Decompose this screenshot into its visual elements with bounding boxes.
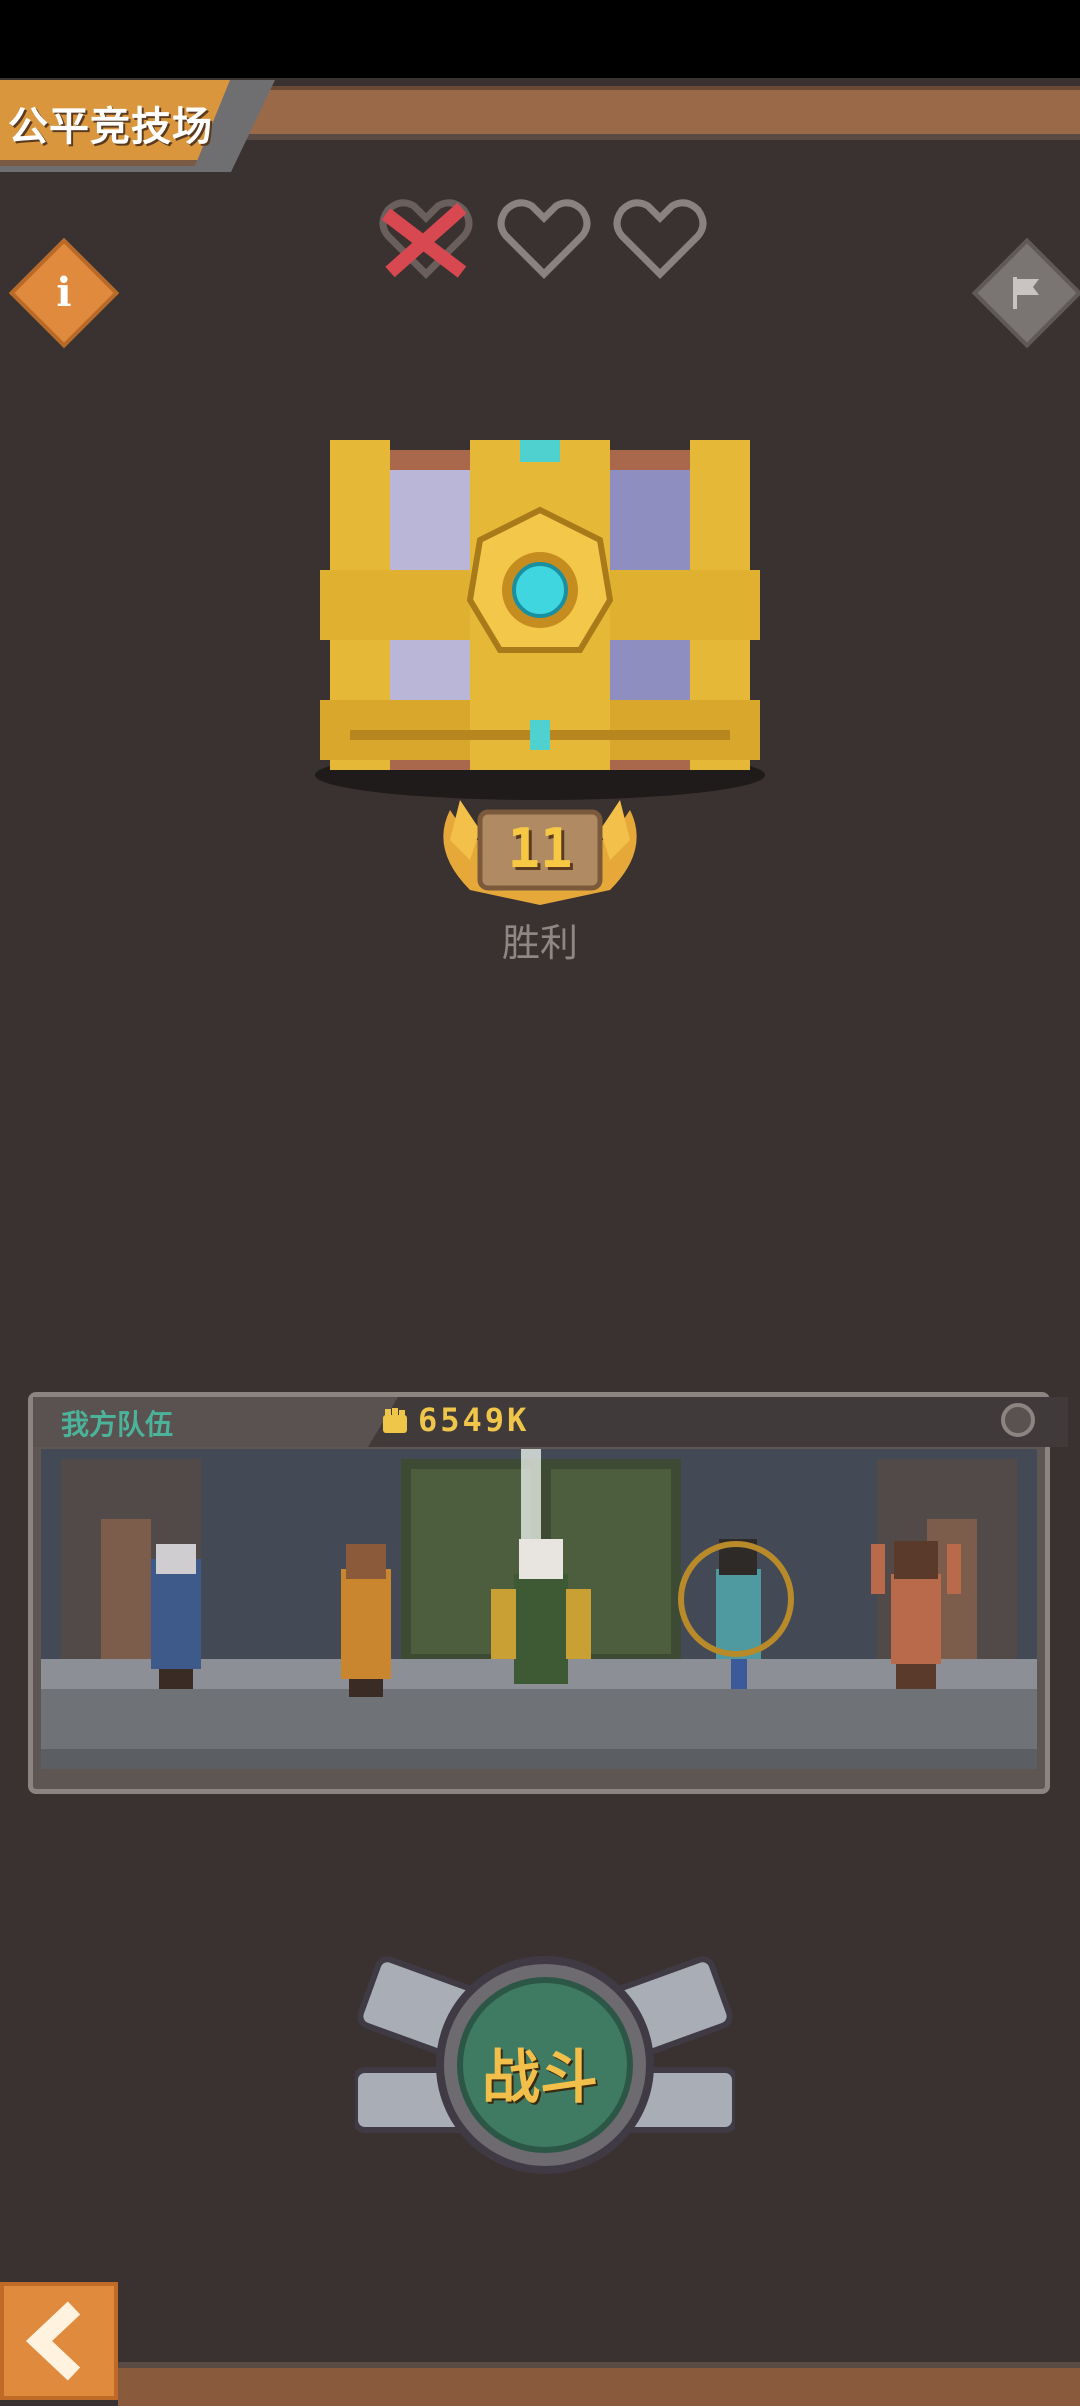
- flag-icon: [1013, 277, 1039, 309]
- status-bar: [0, 0, 1080, 78]
- team-settings-icon[interactable]: [1001, 1403, 1035, 1437]
- heart-outline-icon: [497, 199, 591, 279]
- page-title: 公平竞技场: [8, 104, 213, 150]
- team-scene: [41, 1449, 1037, 1769]
- footer-band: [118, 2362, 1080, 2406]
- wins-label: 胜利: [501, 921, 578, 965]
- win-count: 11: [507, 817, 573, 880]
- heart-outline-icon: [613, 199, 707, 279]
- hero-1: [151, 1544, 201, 1689]
- report-flag-button[interactable]: [971, 237, 1080, 349]
- header-band: [240, 86, 1080, 140]
- fist-icon: [383, 1408, 407, 1433]
- fight-label: 战斗: [481, 2043, 598, 2111]
- info-button[interactable]: i: [8, 237, 120, 349]
- team-power-value: 6549K: [418, 1401, 530, 1439]
- back-button[interactable]: [0, 2282, 118, 2400]
- hero-2: [341, 1544, 391, 1697]
- team-label: 我方队伍: [61, 1408, 174, 1441]
- chevron-left-icon: [25, 2301, 81, 2381]
- heart-crossed-icon: [379, 199, 473, 279]
- team-panel[interactable]: 我方队伍 6549K: [28, 1392, 1068, 1794]
- treasure-chest-icon[interactable]: [310, 430, 770, 800]
- info-icon: i: [56, 269, 72, 316]
- team-header: 我方队伍 6549K: [33, 1397, 1068, 1447]
- title-tab: 公平竞技场: [0, 80, 275, 172]
